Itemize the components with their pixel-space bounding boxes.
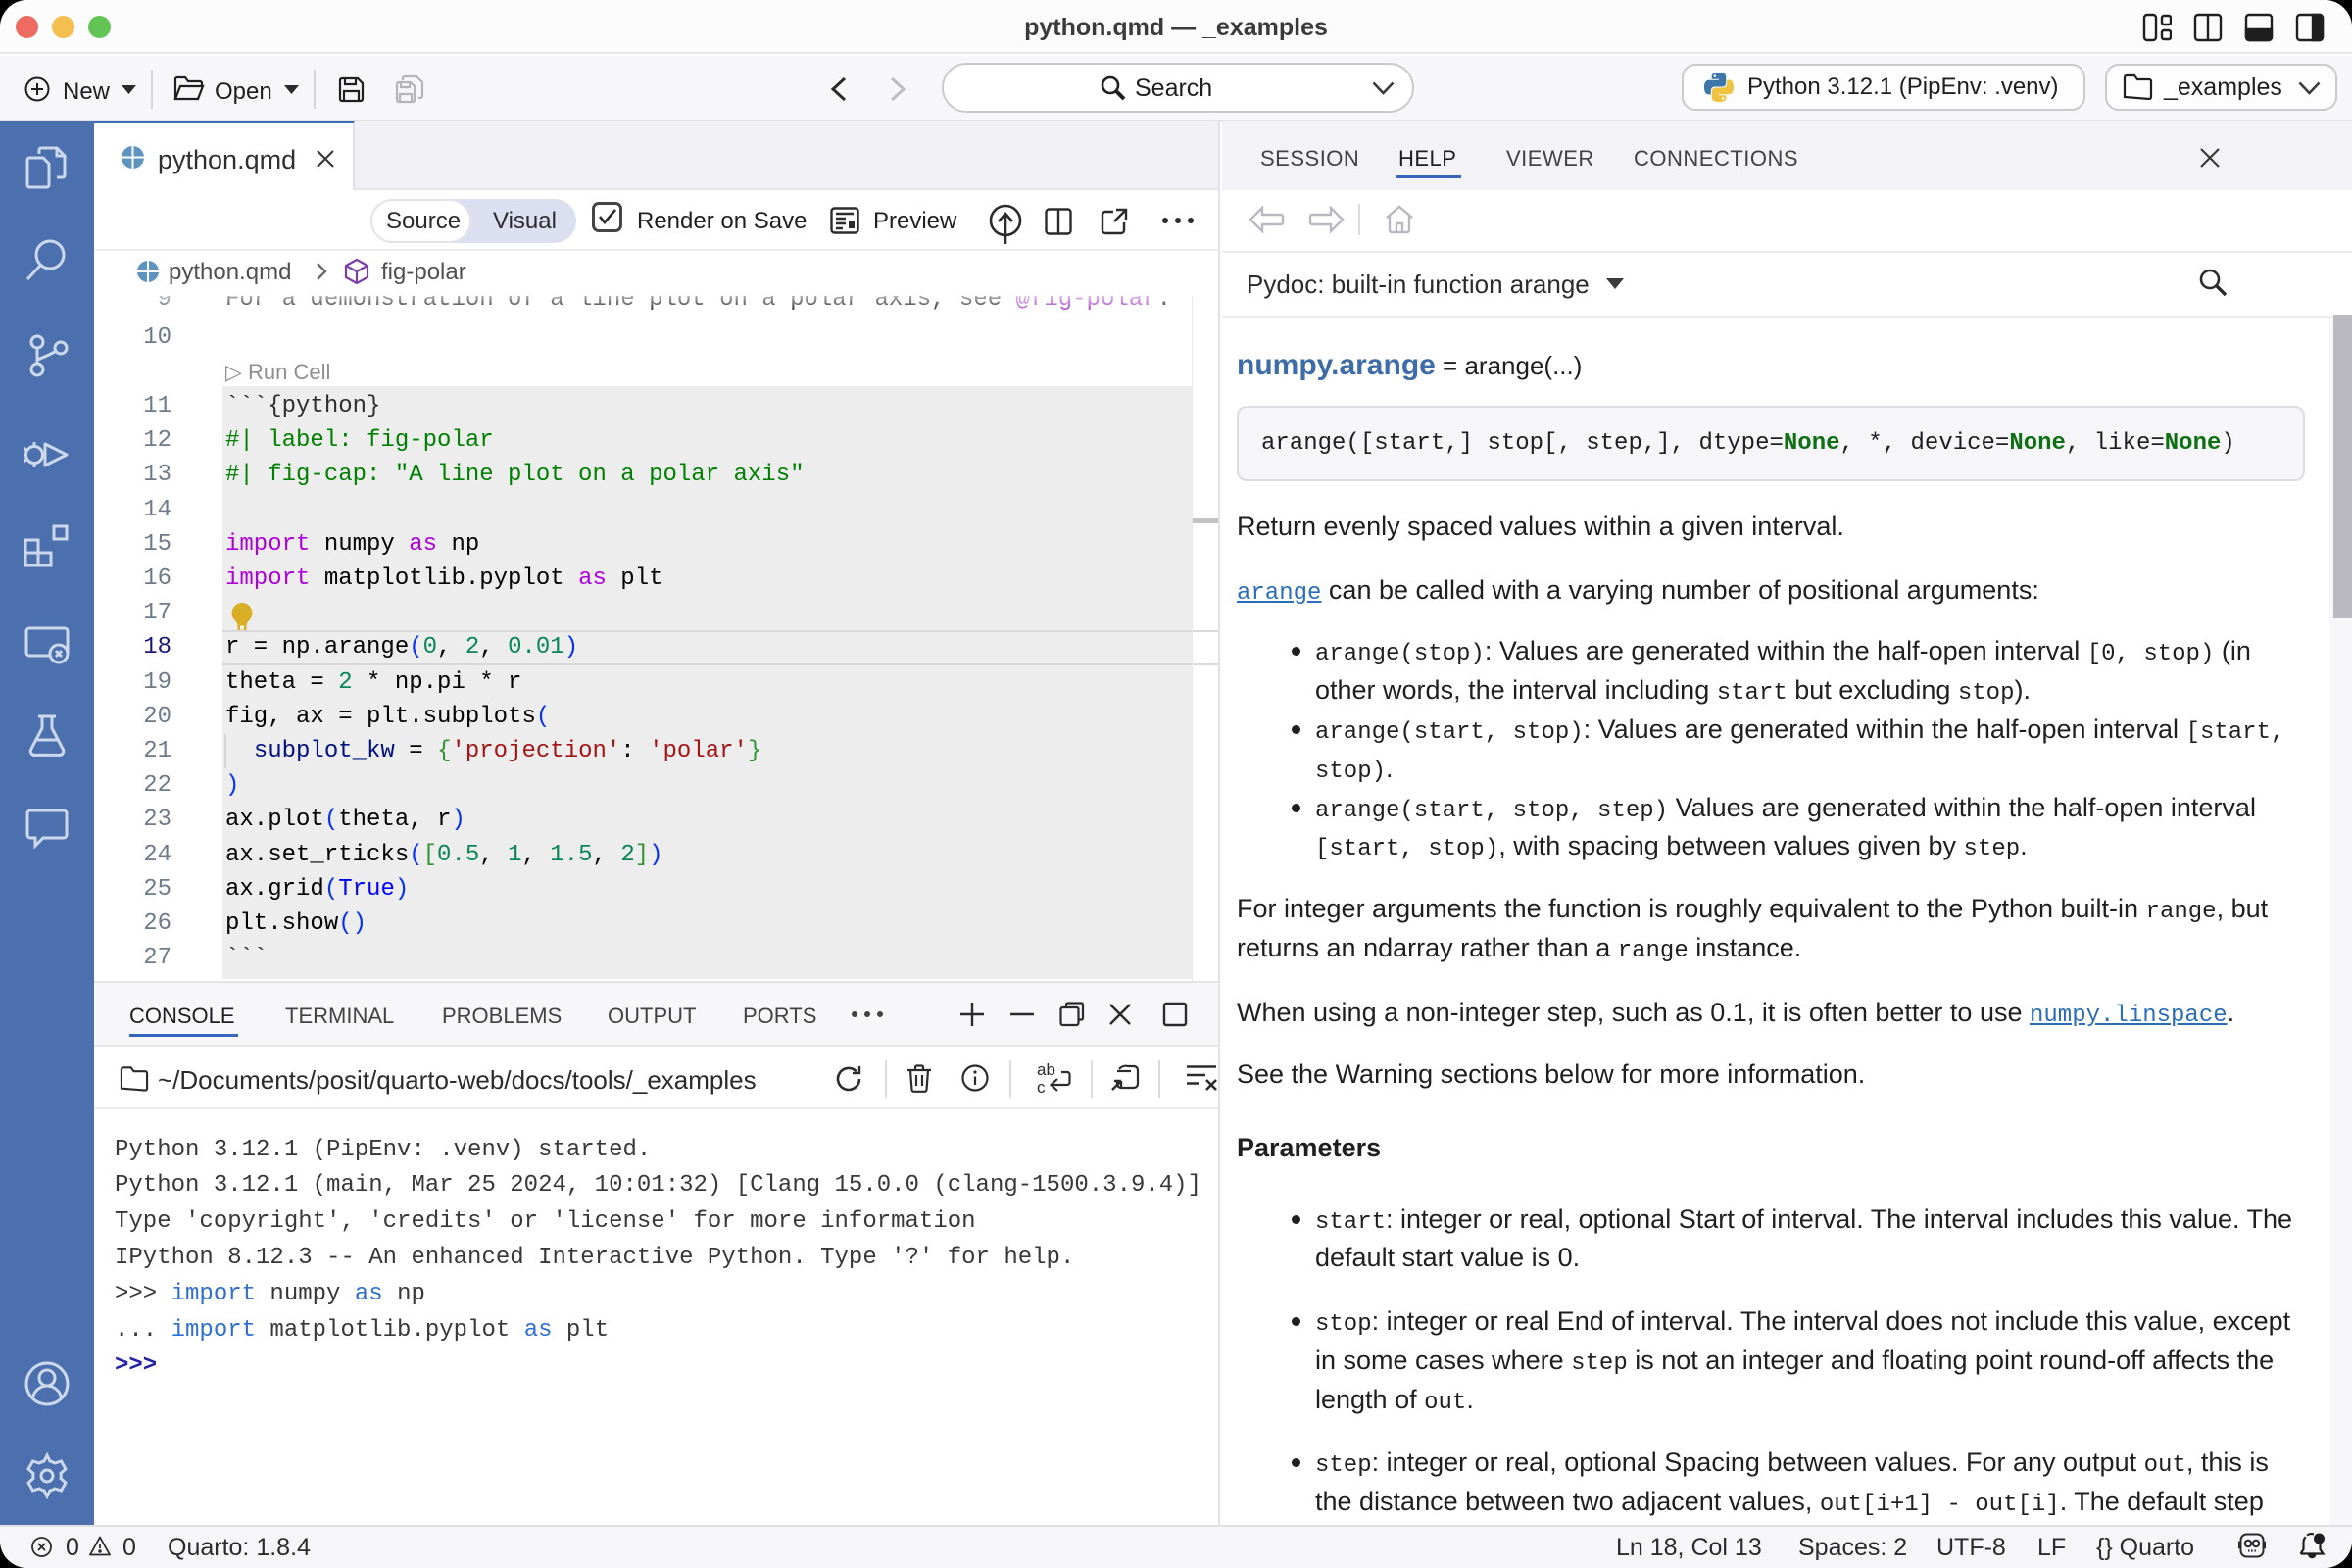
svg-text:c: c [1037,1078,1046,1096]
svg-text:ab: ab [1037,1062,1055,1079]
